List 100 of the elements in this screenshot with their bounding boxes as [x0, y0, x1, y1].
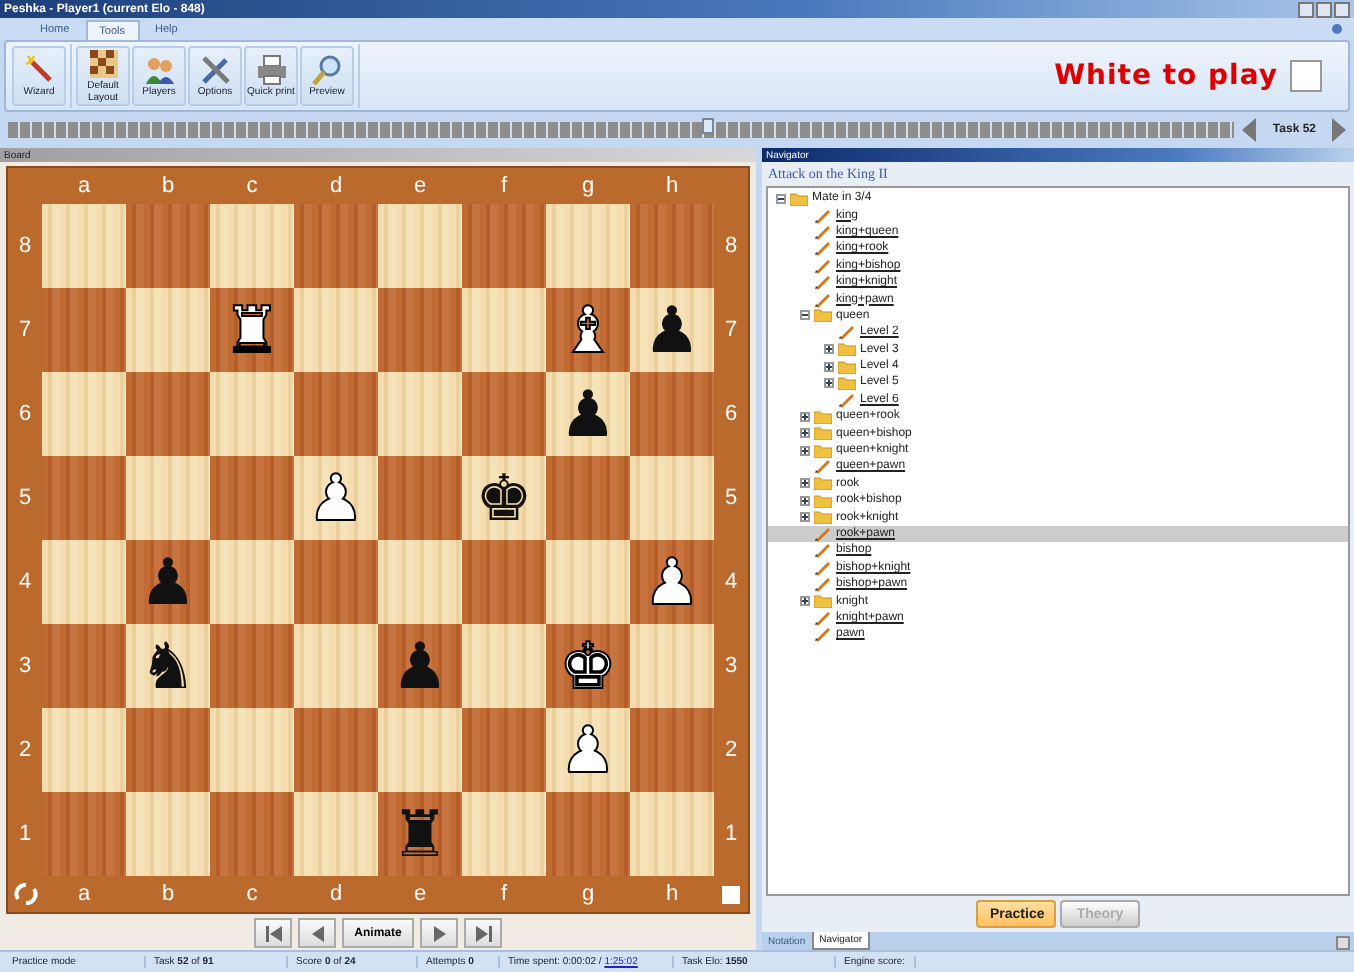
board-square[interactable]	[126, 288, 210, 372]
board-square[interactable]	[210, 540, 294, 624]
board-square[interactable]	[294, 288, 378, 372]
board-square[interactable]	[294, 372, 378, 456]
board-square[interactable]	[462, 792, 546, 876]
board-square[interactable]	[462, 372, 546, 456]
chess-piece[interactable]: ♟	[643, 550, 701, 614]
scroll-icon[interactable]	[1336, 936, 1350, 950]
file-label: c	[244, 880, 260, 910]
chess-piece[interactable]: ♚	[475, 466, 533, 530]
board-square[interactable]	[210, 372, 294, 456]
board-square[interactable]	[294, 624, 378, 708]
board-square[interactable]	[378, 540, 462, 624]
expander-icon[interactable]	[800, 445, 810, 456]
file-label: h	[663, 172, 681, 202]
file-label: a	[75, 172, 93, 202]
board-square[interactable]	[546, 540, 630, 624]
board-square[interactable]	[630, 204, 714, 288]
chess-piece[interactable]: ♞	[139, 634, 197, 698]
pencil-icon	[814, 542, 832, 559]
board-square[interactable]	[210, 456, 294, 540]
expander-icon[interactable]	[800, 310, 810, 321]
expander-icon[interactable]	[800, 478, 810, 489]
board-square[interactable]	[210, 708, 294, 792]
board-square[interactable]	[378, 708, 462, 792]
board-square[interactable]	[126, 792, 210, 876]
board-square[interactable]	[294, 708, 378, 792]
printer-icon	[255, 53, 287, 86]
board-square[interactable]	[210, 204, 294, 288]
board-square[interactable]	[126, 372, 210, 456]
board-square[interactable]	[210, 792, 294, 876]
board-square[interactable]	[294, 204, 378, 288]
expander-icon[interactable]	[800, 495, 810, 506]
file-label: b	[159, 172, 177, 202]
expander-icon[interactable]	[800, 411, 810, 422]
expander-icon[interactable]	[800, 596, 810, 607]
board-square[interactable]: ♜	[378, 792, 462, 876]
board-square[interactable]: ♝	[546, 288, 630, 372]
board-square[interactable]	[126, 204, 210, 288]
help-icon[interactable]	[1332, 24, 1342, 34]
board-square[interactable]	[462, 624, 546, 708]
board-square[interactable]	[630, 624, 714, 708]
board-square[interactable]: ♞	[126, 624, 210, 708]
board-square[interactable]: ♟	[378, 624, 462, 708]
slider-thumb[interactable]	[701, 118, 714, 134]
expander-icon[interactable]	[824, 344, 834, 355]
board-square[interactable]	[42, 456, 126, 540]
first-move-button[interactable]	[254, 918, 292, 948]
board-square[interactable]: ♟	[630, 540, 714, 624]
board-square[interactable]	[126, 456, 210, 540]
board-square[interactable]	[42, 288, 126, 372]
board-square[interactable]	[42, 204, 126, 288]
board-square[interactable]	[630, 708, 714, 792]
board-square[interactable]	[42, 708, 126, 792]
board-square[interactable]	[462, 540, 546, 624]
expander-icon[interactable]	[800, 512, 810, 523]
next-move-button[interactable]	[420, 918, 458, 948]
board-square[interactable]	[546, 204, 630, 288]
board-square[interactable]: ♟	[630, 288, 714, 372]
board-square[interactable]	[42, 624, 126, 708]
last-move-button[interactable]	[464, 918, 502, 948]
board-square[interactable]	[630, 372, 714, 456]
expander-icon[interactable]	[800, 428, 810, 439]
board-square[interactable]	[378, 288, 462, 372]
board-square[interactable]	[42, 540, 126, 624]
rotate-icon[interactable]	[13, 882, 37, 906]
expander-icon[interactable]	[824, 361, 834, 372]
board-square[interactable]	[294, 792, 378, 876]
board-square[interactable]: ♚	[462, 456, 546, 540]
board-square[interactable]	[546, 792, 630, 876]
board-square[interactable]	[630, 792, 714, 876]
previous-move-button[interactable]	[298, 918, 336, 948]
board-square[interactable]	[462, 288, 546, 372]
board-square[interactable]: ♟	[126, 540, 210, 624]
board-square[interactable]	[378, 456, 462, 540]
chess-piece[interactable]: ♟	[139, 550, 197, 614]
board-square[interactable]	[210, 624, 294, 708]
board-square[interactable]	[378, 372, 462, 456]
task-slider[interactable]	[8, 122, 1235, 138]
board-square[interactable]	[378, 204, 462, 288]
chess-piece[interactable]: ♟	[643, 298, 701, 362]
restore-icon[interactable]	[1316, 1, 1332, 17]
board-square[interactable]	[462, 204, 546, 288]
close-icon[interactable]	[1334, 1, 1350, 17]
board-square[interactable]	[294, 540, 378, 624]
expander-icon[interactable]	[776, 193, 786, 204]
board-square[interactable]	[630, 456, 714, 540]
file-label: f	[498, 172, 510, 202]
board-square[interactable]	[462, 708, 546, 792]
chess-piece[interactable]: ♟	[559, 382, 617, 446]
board-square[interactable]: ♟	[546, 372, 630, 456]
minimize-icon[interactable]	[1298, 1, 1314, 17]
chess-piece[interactable]: ♟	[391, 634, 449, 698]
board-square[interactable]	[42, 372, 126, 456]
chessboard[interactable]: a b c d e f g h a b c d e f g h 8 7 6 5 4 3 2 1 8 7 6 5 4 3 2 1 ♜ ♝ ♟ ♟ ♟ ♚ ♟ ♟ ♞ ♟ ♚ ♟ ♜	[6, 166, 750, 914]
chess-piece[interactable]: ♜	[391, 802, 449, 866]
board-square[interactable]	[546, 456, 630, 540]
expander-icon[interactable]	[824, 377, 834, 388]
board-square[interactable]	[126, 708, 210, 792]
chess-piece[interactable]: ♝	[559, 298, 617, 362]
